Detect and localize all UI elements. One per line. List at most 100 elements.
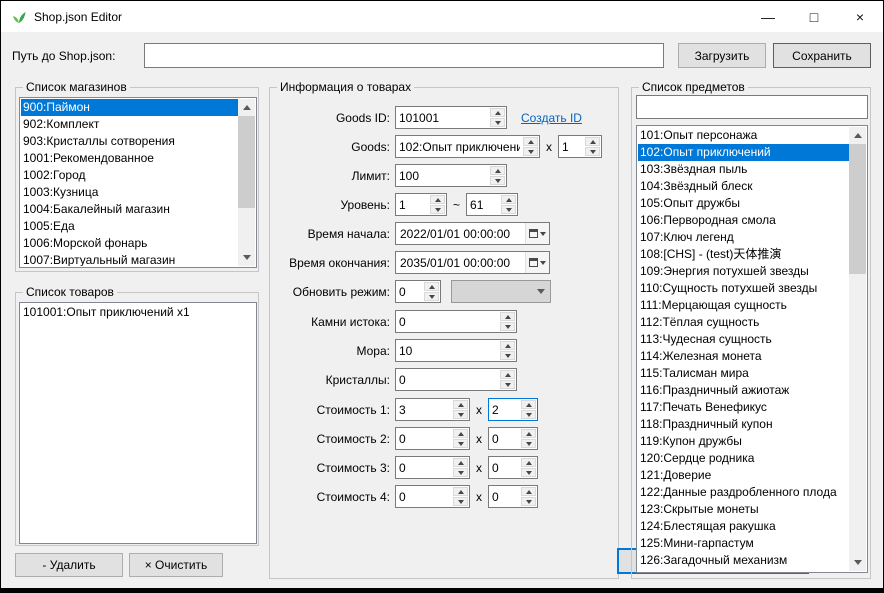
spinner-up-button[interactable] (500, 341, 515, 350)
spinner-input[interactable] (489, 457, 521, 478)
crystals-spinner[interactable] (395, 368, 517, 391)
spinner-down-button[interactable] (500, 380, 515, 389)
scroll-down-button[interactable] (849, 554, 866, 571)
items-search-input[interactable] (636, 95, 868, 119)
spinner-down-button[interactable] (500, 322, 515, 331)
spinner-up-button[interactable] (523, 137, 538, 146)
cost3-count-spinner[interactable] (488, 456, 538, 479)
list-item[interactable]: 101001:Опыт приключений x1 (21, 304, 255, 321)
minimize-button[interactable]: — (745, 1, 791, 32)
mora-spinner[interactable] (395, 339, 517, 362)
spinner-input[interactable] (559, 136, 585, 157)
spinner-input[interactable] (489, 428, 521, 449)
spinner-up-button[interactable] (453, 429, 468, 438)
spinner-input[interactable] (396, 165, 490, 186)
spinner-down-button[interactable] (521, 497, 536, 506)
primogems-spinner[interactable] (395, 310, 517, 333)
spinner-input[interactable] (396, 107, 490, 128)
list-item[interactable]: 119:Купон дружбы (638, 433, 849, 450)
list-item[interactable]: 114:Железная монета (638, 348, 849, 365)
spinner-input[interactable] (396, 136, 523, 157)
goods-id-spinner[interactable] (395, 106, 507, 129)
list-item[interactable]: 105:Опыт дружбы (638, 195, 849, 212)
spinner-input[interactable] (396, 369, 500, 390)
create-id-link[interactable]: Создать ID (521, 111, 582, 125)
list-item[interactable]: 126:Загадочный механизм (638, 552, 849, 569)
spinner-up-button[interactable] (501, 195, 516, 204)
shops-scrollbar[interactable] (238, 99, 255, 266)
spinner-down-button[interactable] (453, 439, 468, 448)
limit-spinner[interactable] (395, 164, 507, 187)
spinner-down-button[interactable] (500, 351, 515, 360)
spinner-input[interactable] (396, 486, 453, 507)
spinner-input[interactable] (396, 281, 424, 302)
list-item[interactable]: 110:Сущность потухшей звезды (638, 280, 849, 297)
calendar-dropdown-button[interactable] (525, 223, 549, 244)
save-button[interactable]: Сохранить (773, 43, 871, 68)
list-item[interactable]: 1003:Кузница (21, 184, 238, 201)
list-item[interactable]: 111:Мерцающая сущность (638, 297, 849, 314)
spinner-input[interactable] (396, 457, 453, 478)
list-item[interactable]: 106:Первородная смола (638, 212, 849, 229)
spinner-input[interactable] (396, 311, 500, 332)
spinner-up-button[interactable] (424, 282, 439, 291)
spinner-down-button[interactable] (521, 439, 536, 448)
cost4-item-spinner[interactable] (395, 485, 470, 508)
list-item[interactable]: 116:Праздничный ажиотаж (638, 382, 849, 399)
delete-button[interactable]: - Удалить (15, 553, 123, 577)
path-input[interactable] (144, 43, 664, 68)
list-item[interactable]: 112:Тёплая сущность (638, 314, 849, 331)
list-item[interactable]: 104:Звёздный блеск (638, 178, 849, 195)
spinner-up-button[interactable] (430, 195, 445, 204)
maximize-button[interactable]: □ (791, 1, 837, 32)
spinner-down-button[interactable] (453, 468, 468, 477)
spinner-up-button[interactable] (453, 458, 468, 467)
spinner-down-button[interactable] (430, 205, 445, 214)
spinner-down-button[interactable] (424, 292, 439, 301)
spinner-up-button[interactable] (521, 429, 536, 438)
scrollbar-track[interactable] (849, 144, 866, 554)
list-item[interactable]: 115:Талисман мира (638, 365, 849, 382)
list-item[interactable]: 1005:Еда (21, 218, 238, 235)
list-item[interactable]: 118:Праздничный купон (638, 416, 849, 433)
spinner-input[interactable] (396, 194, 430, 215)
spinner-input[interactable] (489, 486, 521, 507)
cost2-count-spinner[interactable] (488, 427, 538, 450)
cost3-item-spinner[interactable] (395, 456, 470, 479)
spinner-input[interactable] (467, 194, 501, 215)
list-item[interactable]: 1001:Рекомендованное (21, 150, 238, 167)
end-time-picker[interactable] (395, 251, 550, 274)
spinner-up-button[interactable] (490, 166, 505, 175)
datetime-input[interactable] (396, 252, 525, 273)
list-item[interactable]: 124:Блестящая ракушка (638, 518, 849, 535)
spinner-input[interactable] (489, 399, 521, 420)
cost1-item-spinner[interactable] (395, 398, 470, 421)
list-item[interactable]: 125:Мини-гарпастум (638, 535, 849, 552)
level-max-spinner[interactable] (466, 193, 518, 216)
list-item[interactable]: 123:Скрытые монеты (638, 501, 849, 518)
spinner-up-button[interactable] (453, 487, 468, 496)
scroll-down-button[interactable] (238, 249, 255, 266)
list-item[interactable]: 903:Кристаллы сотворения (21, 133, 238, 150)
calendar-dropdown-button[interactable] (525, 252, 549, 273)
list-item[interactable]: 107:Ключ легенд (638, 229, 849, 246)
datetime-input[interactable] (396, 223, 525, 244)
goods-count-spinner[interactable] (558, 135, 602, 158)
list-item[interactable]: 1007:Виртуальный магазин (21, 252, 238, 266)
spinner-input[interactable] (396, 428, 453, 449)
list-item[interactable]: 103:Звёздная пыль (638, 161, 849, 178)
cost1-count-spinner[interactable] (488, 398, 538, 421)
spinner-down-button[interactable] (501, 205, 516, 214)
list-item[interactable]: 109:Энергия потухшей звезды (638, 263, 849, 280)
clear-button[interactable]: × Очистить (129, 553, 223, 577)
scroll-up-button[interactable] (849, 127, 866, 144)
spinner-down-button[interactable] (453, 410, 468, 419)
spinner-input[interactable] (396, 340, 500, 361)
spinner-down-button[interactable] (521, 468, 536, 477)
list-item[interactable]: 108:[CHS] - (test)天体推演 (638, 246, 849, 263)
list-item[interactable]: 1002:Город (21, 167, 238, 184)
spinner-input[interactable] (396, 399, 453, 420)
cost4-count-spinner[interactable] (488, 485, 538, 508)
scrollbar-thumb[interactable] (849, 144, 866, 274)
scrollbar-track[interactable] (238, 116, 255, 249)
